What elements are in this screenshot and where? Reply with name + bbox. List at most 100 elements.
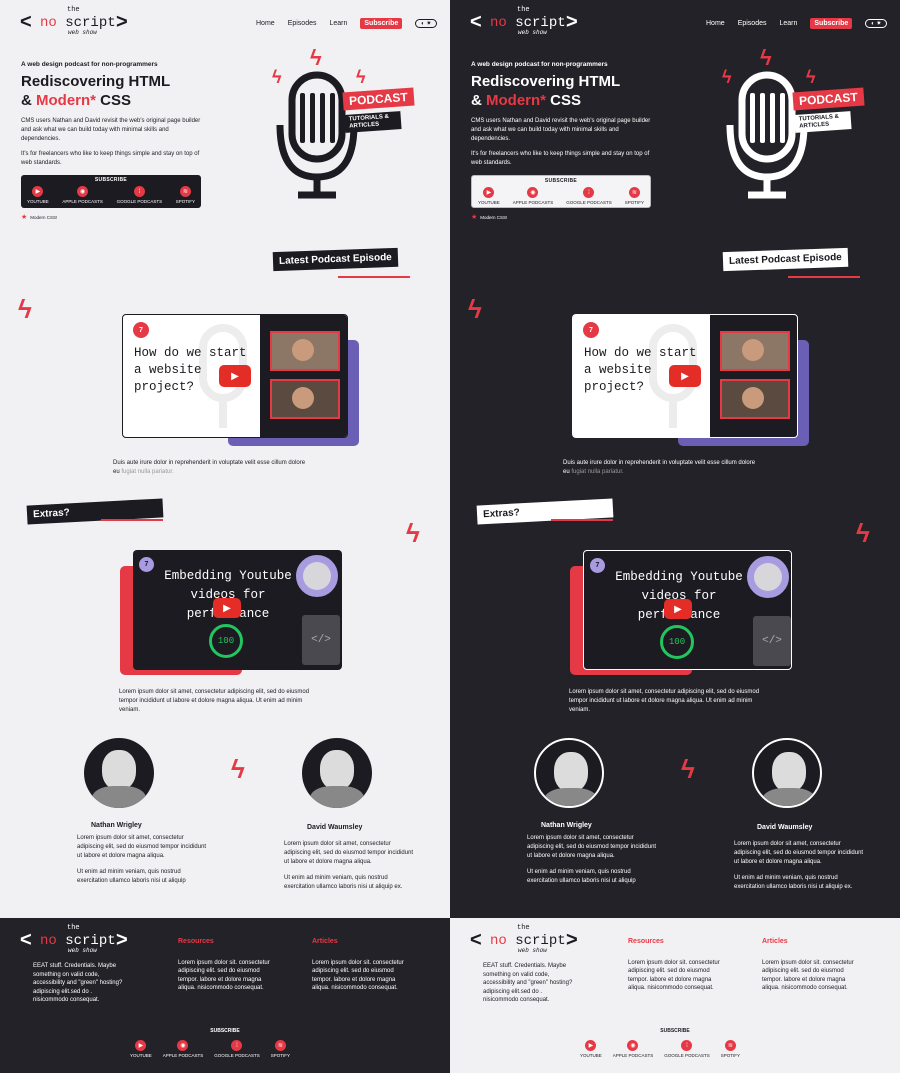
light-theme-page: < the no script web show > Home Episodes… <box>0 0 450 1073</box>
person-image <box>742 339 764 361</box>
nav-learn[interactable]: Learn <box>329 20 347 27</box>
chevron-right-icon: > <box>116 11 128 33</box>
heading-underline <box>338 276 410 278</box>
platform-link[interactable]: ≋ SPOTIFY <box>625 187 644 205</box>
platform-label: GOOGLE PODCASTS <box>214 1053 260 1058</box>
youtube-icon: ▶ <box>585 1040 597 1051</box>
platform-link[interactable]: ▶ YOUTUBE <box>478 187 500 205</box>
nav-subscribe-button[interactable]: Subscribe <box>810 18 853 29</box>
code-file-icon: </> <box>302 615 340 665</box>
footer-about: EEAT stuff. Credentials. Maybe something… <box>33 963 123 1003</box>
youtube-icon: ▶ <box>483 187 495 198</box>
lightning-icon: ϟ <box>231 754 245 784</box>
platform-link[interactable]: ◉ APPLE PODCASTS <box>513 187 553 205</box>
hero-title: Rediscovering HTML & Modern* CSS <box>471 73 621 109</box>
apple-podcasts-icon: ◉ <box>527 187 539 198</box>
theme-toggle[interactable]: ◐ ✷ <box>865 19 888 28</box>
dark-theme-page: < the no script web show > Home Episodes… <box>450 0 900 1073</box>
platform-link[interactable]: ⁞ GOOGLE PODCASTS <box>566 187 612 205</box>
platform-link[interactable]: ≋ SPOTIFY <box>176 186 195 204</box>
episode-description: Duis aute irure dolor in reprehenderit i… <box>563 460 756 475</box>
main-nav: Home Episodes Learn Subscribe ◐ ✷ <box>256 18 438 29</box>
youtube-play-icon[interactable]: ▶ <box>213 598 241 618</box>
google-podcasts-icon: ⁞ <box>231 1040 243 1051</box>
chevron-right-icon: > <box>116 929 128 951</box>
footer-logo[interactable]: < the no script web show > <box>470 924 580 956</box>
youtube-icon: ▶ <box>135 1040 147 1051</box>
extras-card[interactable]: 7 Embedding Youtube videos for performan… <box>583 550 792 670</box>
host-video-nathan <box>270 331 340 371</box>
google-podcasts-icon: ⁞ <box>133 186 145 197</box>
episode-description: Duis aute irure dolor in reprehenderit i… <box>113 460 306 475</box>
footnote: ★ Modern CSS! <box>21 214 58 221</box>
avatar <box>296 555 338 597</box>
logo[interactable]: < the no script web show > <box>470 6 580 38</box>
host-name-david: David Waumsley <box>757 824 813 831</box>
nav-home[interactable]: Home <box>256 20 275 27</box>
subscribe-box: SUBSCRIBE ▶ YOUTUBE ◉ APPLE PODCASTS ⁞ GOOGLE… <box>21 175 201 208</box>
footer-logo[interactable]: < the no script web show > <box>20 924 130 956</box>
nav-home[interactable]: Home <box>706 20 725 27</box>
platform-link[interactable]: ◉ APPLE PODCASTS <box>613 1040 653 1058</box>
nav-learn[interactable]: Learn <box>779 20 797 27</box>
platform-link[interactable]: ⁞ GOOGLE PODCASTS <box>664 1040 710 1058</box>
youtube-play-icon[interactable]: ▶ <box>664 599 692 619</box>
platform-link[interactable]: ◉ APPLE PODCASTS <box>162 1040 204 1058</box>
nav-subscribe-button[interactable]: Subscribe <box>360 18 403 29</box>
episode-card[interactable]: 7 How do we start a website project? ▶ <box>122 314 348 438</box>
footer-articles: Articles Lorem ipsum dolor sit. consecte… <box>312 938 407 993</box>
platform-link[interactable]: ⁞ GOOGLE PODCASTS <box>214 1040 260 1058</box>
platform-link[interactable]: ▶ YOUTUBE <box>27 186 49 204</box>
heading-underline <box>551 519 613 521</box>
apple-podcasts-icon: ◉ <box>177 1040 189 1051</box>
footer-platform-list: ▶ YOUTUBE ◉ APPLE PODCASTS ⁞ GOOGLE PODCASTS ≋… <box>130 1040 290 1058</box>
lightning-icon: ϟ <box>468 294 482 324</box>
platform-label: APPLE PODCASTS <box>62 199 103 204</box>
youtube-icon: ▶ <box>32 186 44 197</box>
hero-intro-p2: It's for freelancers who like to keep th… <box>471 151 650 166</box>
lightning-icon: ϟ <box>310 45 322 70</box>
host-bio-nathan: Lorem ipsum dolor sit amet, consectetur … <box>527 835 657 884</box>
episode-thumbnails <box>710 315 797 437</box>
platform-list: ▶ YOUTUBE ◉ APPLE PODCASTS ⁞ GOOGLE PODCASTS ≋… <box>27 186 195 204</box>
episode-card[interactable]: 7 How do we start a website project? ▶ <box>572 314 798 438</box>
latest-heading: Latest Podcast Episode <box>272 247 399 272</box>
platform-label: APPLE PODCASTS <box>162 1053 204 1058</box>
platform-link[interactable]: ≋ SPOTIFY <box>721 1040 740 1058</box>
chevron-left-icon: < <box>20 11 32 33</box>
logo[interactable]: < the no script web show > <box>20 6 130 38</box>
platform-label: YOUTUBE <box>580 1053 602 1058</box>
episode-number: 7 <box>583 322 599 338</box>
lightning-icon: ϟ <box>356 67 366 87</box>
footnote: ★ Modern CSS! <box>471 214 508 221</box>
host-avatar-nathan <box>534 738 604 808</box>
platform-list: ▶ YOUTUBE ◉ APPLE PODCASTS ⁞ GOOGLE PODCASTS ≋… <box>478 187 644 205</box>
footer-resources-heading: Resources <box>178 938 214 945</box>
person-image <box>292 387 314 409</box>
platform-link[interactable]: ≋ SPOTIFY <box>271 1040 290 1058</box>
host-bio-david: Lorem ipsum dolor sit amet, consectetur … <box>284 841 414 890</box>
platform-link[interactable]: ◉ APPLE PODCASTS <box>62 186 103 204</box>
lightning-icon: ϟ <box>18 294 32 324</box>
platform-link[interactable]: ▶ YOUTUBE <box>130 1040 152 1058</box>
platform-link[interactable]: ▶ YOUTUBE <box>580 1040 602 1058</box>
lightning-icon: ϟ <box>760 45 772 70</box>
footer-subscribe-title: SUBSCRIBE <box>210 1028 240 1034</box>
extras-card[interactable]: 7 Embedding Youtube videos for performan… <box>133 550 342 670</box>
youtube-play-icon[interactable]: ▶ <box>219 365 251 387</box>
star-icon: ★ <box>471 214 478 221</box>
person-image <box>292 339 314 361</box>
nav-episodes[interactable]: Episodes <box>288 20 317 27</box>
host-avatar-nathan <box>84 738 154 808</box>
host-bio-david: Lorem ipsum dolor sit amet, consectetur … <box>734 841 864 890</box>
performance-score: 100 <box>660 625 694 659</box>
episode-number: 7 <box>133 322 149 338</box>
theme-toggle[interactable]: ◐ ✷ <box>415 19 438 28</box>
footer-articles-heading: Articles <box>312 938 338 945</box>
apple-podcasts-icon: ◉ <box>77 186 89 197</box>
platform-link[interactable]: ⁞ GOOGLE PODCASTS <box>117 186 162 204</box>
hero-title: Rediscovering HTML & Modern* CSS <box>21 73 171 109</box>
hero-kicker: A web design podcast for non-programmers <box>21 61 158 68</box>
youtube-play-icon[interactable]: ▶ <box>669 365 701 387</box>
nav-episodes[interactable]: Episodes <box>738 20 767 27</box>
